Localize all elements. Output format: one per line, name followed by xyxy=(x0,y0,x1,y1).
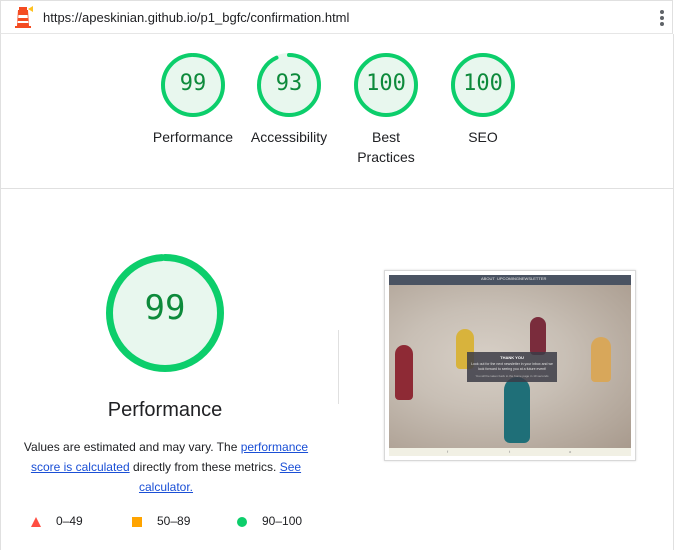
gauge-performance[interactable]: 99 Performance xyxy=(143,52,243,147)
desc-text: Values are estimated and may vary. The xyxy=(23,440,241,454)
gauge-score: 99 xyxy=(179,71,207,96)
triangle-icon xyxy=(31,517,41,527)
screenshot-nav-item: NEWSLETTER xyxy=(519,276,547,281)
performance-description: Values are estimated and may vary. The p… xyxy=(18,437,314,497)
kebab-menu-icon[interactable] xyxy=(660,10,664,26)
screenshot-footer-icon: f xyxy=(447,449,449,454)
performance-score: 99 xyxy=(144,288,186,328)
gauge-label: SEO xyxy=(468,129,498,145)
gauge-label: Accessibility xyxy=(250,129,328,145)
final-screenshot-thumbnail[interactable]: ABOUT UPCOMING NEWSLETTER THANK YOU Look… xyxy=(384,270,636,461)
screenshot-footer-icon: o xyxy=(569,449,572,454)
gauge-score: 100 xyxy=(366,71,406,96)
section-divider xyxy=(0,188,673,189)
vertical-divider xyxy=(338,330,339,404)
screenshot-box-text: Look out for the next newsletter in your… xyxy=(471,362,553,371)
purple-pawn xyxy=(530,317,546,355)
frame-border xyxy=(673,34,674,550)
gauge-seo[interactable]: 100 SEO xyxy=(433,52,533,147)
screenshot-nav: ABOUT UPCOMING NEWSLETTER xyxy=(389,275,631,285)
red-pawn xyxy=(395,345,413,400)
screenshot-nav-item: UPCOMING xyxy=(497,276,519,281)
legend-range: 0–49 xyxy=(56,514,83,528)
screenshot-box-subtext: You will be taken back to the home page … xyxy=(475,374,549,378)
gauge-best-practices[interactable]: 100 Best Practices xyxy=(336,52,436,167)
desc-text: directly from these metrics. xyxy=(129,460,280,474)
screenshot-footer: f t o xyxy=(389,448,631,456)
url-text: https://apeskinian.github.io/p1_bgfc/con… xyxy=(43,10,350,25)
teal-pawn xyxy=(504,377,530,443)
legend-range: 90–100 xyxy=(262,514,303,528)
frame-border xyxy=(0,188,1,550)
score-gauges: 99 Performance 93 Accessibility 100 Best… xyxy=(0,52,673,192)
orange-pawn xyxy=(591,337,611,382)
square-icon xyxy=(132,517,142,527)
lighthouse-icon xyxy=(15,6,33,28)
screenshot-nav-item: ABOUT xyxy=(481,276,495,281)
gauge-label: Performance xyxy=(152,129,234,145)
gauge-score: 93 xyxy=(275,71,303,96)
gauge-label: Best Practices xyxy=(357,129,415,165)
screenshot-thank-you-box: THANK YOU Look out for the next newslett… xyxy=(467,352,557,382)
legend-range: 50–89 xyxy=(157,514,191,528)
gauge-accessibility[interactable]: 93 Accessibility xyxy=(239,52,339,147)
circle-icon xyxy=(237,517,247,527)
performance-title: Performance xyxy=(107,399,223,421)
browser-bar: https://apeskinian.github.io/p1_bgfc/con… xyxy=(0,0,673,34)
screenshot-image: ABOUT UPCOMING NEWSLETTER THANK YOU Look… xyxy=(389,275,631,456)
screenshot-footer-icon: t xyxy=(509,449,511,454)
gauge-score: 100 xyxy=(463,71,503,96)
screenshot-box-title: THANK YOU xyxy=(500,355,524,360)
